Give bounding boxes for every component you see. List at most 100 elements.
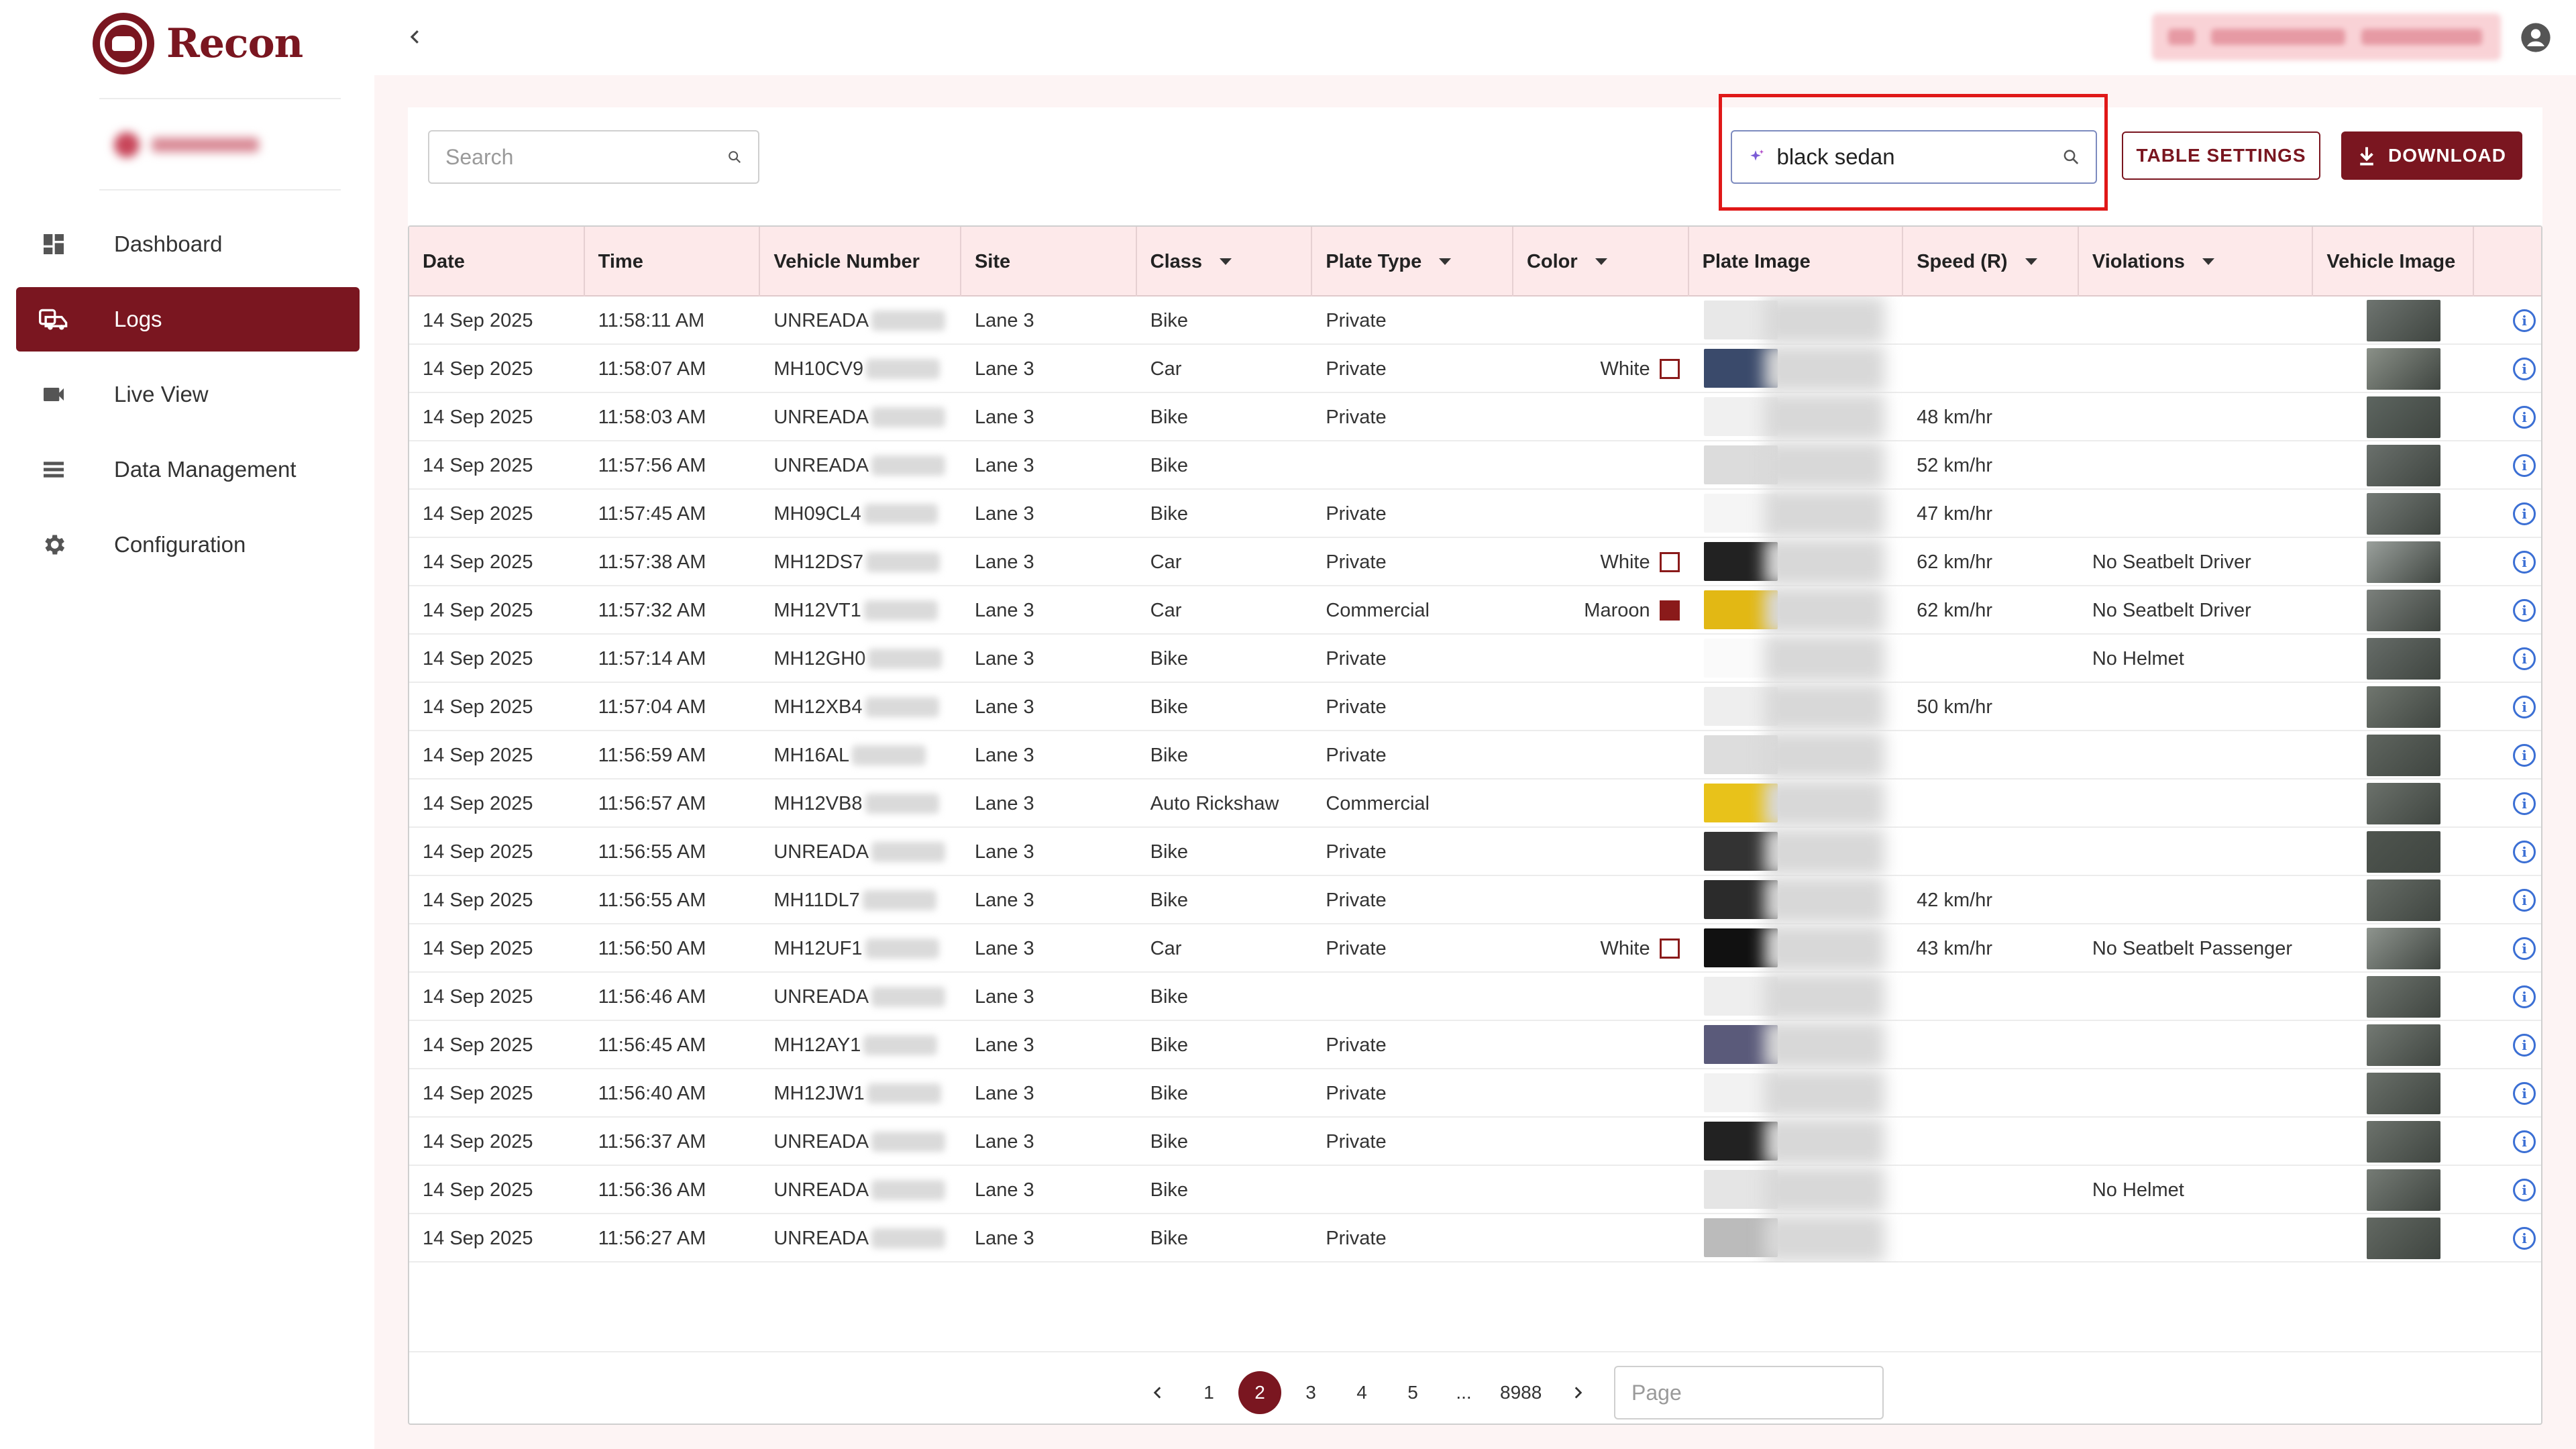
info-icon[interactable]: i	[2513, 841, 2536, 863]
cell-plate-image[interactable]	[1689, 1118, 1904, 1166]
search-input[interactable]	[445, 144, 727, 170]
cell-vehicle-image[interactable]	[2313, 345, 2474, 393]
vehicle-image[interactable]	[2367, 686, 2441, 728]
cell-vehicle-image[interactable]	[2313, 635, 2474, 683]
table-row[interactable]: 14 Sep 2025 11:56:59 AM MH16AL Lane 3 Bike Pr…	[409, 731, 2541, 780]
sidebar-item-configuration[interactable]: Configuration	[16, 513, 360, 577]
vehicle-image[interactable]	[2367, 1218, 2441, 1259]
column-header-violations[interactable]: Violations	[2079, 227, 2314, 297]
table-row[interactable]: 14 Sep 2025 11:58:07 AM MH10CV9 Lane 3 Car Pr…	[409, 345, 2541, 393]
collapse-sidebar-button[interactable]	[398, 20, 432, 54]
info-icon[interactable]: i	[2513, 889, 2536, 912]
info-icon[interactable]: i	[2513, 1130, 2536, 1153]
cell-plate-image[interactable]	[1689, 538, 1904, 586]
table-row[interactable]: 14 Sep 2025 11:56:40 AM MH12JW1 Lane 3 Bike P…	[409, 1069, 2541, 1118]
table-row[interactable]: 14 Sep 2025 11:56:37 AM UNREADA Lane 3 Bike P…	[409, 1118, 2541, 1166]
vehicle-image[interactable]	[2367, 541, 2441, 583]
search-field[interactable]	[428, 130, 759, 184]
info-icon[interactable]: i	[2513, 744, 2536, 767]
next-page-button[interactable]	[1556, 1371, 1599, 1414]
page-button-1[interactable]: 1	[1187, 1371, 1230, 1414]
cell-plate-image[interactable]	[1689, 876, 1904, 924]
cell-plate-image[interactable]	[1689, 924, 1904, 973]
info-icon[interactable]: i	[2513, 1227, 2536, 1250]
column-header-plate-image[interactable]: Plate Image	[1689, 227, 1904, 297]
table-row[interactable]: 14 Sep 2025 11:58:11 AM UNREADA Lane 3 Bike P…	[409, 297, 2541, 345]
column-header-class[interactable]: Class	[1137, 227, 1313, 297]
column-header-color[interactable]: Color	[1513, 227, 1689, 297]
sort-caret-icon[interactable]	[2025, 258, 2037, 265]
sidebar-item-dashboard[interactable]: Dashboard	[16, 212, 360, 276]
sidebar-item-data-management[interactable]: Data Management	[16, 437, 360, 502]
info-icon[interactable]: i	[2513, 599, 2536, 622]
column-header-date[interactable]: Date	[409, 227, 585, 297]
cell-plate-image[interactable]	[1689, 345, 1904, 393]
vehicle-image[interactable]	[2367, 396, 2441, 438]
info-icon[interactable]: i	[2513, 406, 2536, 429]
cell-plate-image[interactable]	[1689, 297, 1904, 345]
vehicle-image[interactable]	[2367, 976, 2441, 1018]
info-icon[interactable]: i	[2513, 696, 2536, 718]
table-row[interactable]: 14 Sep 2025 11:56:36 AM UNREADA Lane 3 Bike N…	[409, 1166, 2541, 1214]
page-button-3[interactable]: 3	[1289, 1371, 1332, 1414]
info-icon[interactable]: i	[2513, 309, 2536, 332]
cell-vehicle-image[interactable]	[2313, 973, 2474, 1021]
cell-vehicle-image[interactable]	[2313, 393, 2474, 441]
page-jump-input[interactable]	[1631, 1380, 1913, 1405]
table-row[interactable]: 14 Sep 2025 11:56:45 AM MH12AY1 Lane 3 Bike P…	[409, 1021, 2541, 1069]
vehicle-image[interactable]	[2367, 783, 2441, 824]
sort-caret-icon[interactable]	[2202, 258, 2214, 265]
sort-caret-icon[interactable]	[1595, 258, 1607, 265]
vehicle-image[interactable]	[2367, 928, 2441, 969]
cell-vehicle-image[interactable]	[2313, 586, 2474, 635]
cell-vehicle-image[interactable]	[2313, 1214, 2474, 1263]
account-icon[interactable]	[2518, 20, 2553, 55]
cell-plate-image[interactable]	[1689, 731, 1904, 780]
vehicle-image[interactable]	[2367, 1024, 2441, 1066]
cell-vehicle-image[interactable]	[2313, 538, 2474, 586]
info-icon[interactable]: i	[2513, 1179, 2536, 1201]
table-row[interactable]: 14 Sep 2025 11:57:32 AM MH12VT1 Lane 3 Car Co…	[409, 586, 2541, 635]
info-icon[interactable]: i	[2513, 1034, 2536, 1057]
table-row[interactable]: 14 Sep 2025 11:56:55 AM MH11DL7 Lane 3 Bike P…	[409, 876, 2541, 924]
cell-vehicle-image[interactable]	[2313, 1118, 2474, 1166]
info-icon[interactable]: i	[2513, 985, 2536, 1008]
cell-vehicle-image[interactable]	[2313, 924, 2474, 973]
vehicle-image[interactable]	[2367, 735, 2441, 776]
cell-vehicle-image[interactable]	[2313, 1021, 2474, 1069]
sidebar-item-logs[interactable]: Logs	[16, 287, 360, 352]
column-header-vehicle-number[interactable]: Vehicle Number	[760, 227, 961, 297]
cell-vehicle-image[interactable]	[2313, 780, 2474, 828]
cell-vehicle-image[interactable]	[2313, 297, 2474, 345]
info-icon[interactable]: i	[2513, 1082, 2536, 1105]
table-row[interactable]: 14 Sep 2025 11:58:03 AM UNREADA Lane 3 Bike P…	[409, 393, 2541, 441]
cell-plate-image[interactable]	[1689, 973, 1904, 1021]
info-icon[interactable]: i	[2513, 358, 2536, 380]
page-button-4[interactable]: 4	[1340, 1371, 1383, 1414]
ai-search-input[interactable]	[1776, 144, 2062, 170]
cell-vehicle-image[interactable]	[2313, 490, 2474, 538]
page-button-2[interactable]: 2	[1238, 1371, 1281, 1414]
table-settings-button[interactable]: TABLE SETTINGS	[2122, 131, 2320, 180]
vehicle-image[interactable]	[2367, 1169, 2441, 1211]
info-icon[interactable]: i	[2513, 937, 2536, 960]
download-button[interactable]: DOWNLOAD	[2341, 131, 2522, 180]
vehicle-image[interactable]	[2367, 879, 2441, 921]
cell-plate-image[interactable]	[1689, 635, 1904, 683]
cell-plate-image[interactable]	[1689, 1166, 1904, 1214]
cell-plate-image[interactable]	[1689, 1069, 1904, 1118]
info-icon[interactable]: i	[2513, 647, 2536, 670]
cell-plate-image[interactable]	[1689, 1214, 1904, 1263]
table-row[interactable]: 14 Sep 2025 11:56:55 AM UNREADA Lane 3 Bike P…	[409, 828, 2541, 876]
prev-page-button[interactable]	[1136, 1371, 1179, 1414]
info-icon[interactable]: i	[2513, 792, 2536, 815]
table-row[interactable]: 14 Sep 2025 11:57:38 AM MH12DS7 Lane 3 Car Pr…	[409, 538, 2541, 586]
column-header-speed[interactable]: Speed (R)	[1903, 227, 2079, 297]
table-row[interactable]: 14 Sep 2025 11:56:57 AM MH12VB8 Lane 3 Auto …	[409, 780, 2541, 828]
vehicle-image[interactable]	[2367, 590, 2441, 631]
cell-vehicle-image[interactable]	[2313, 683, 2474, 731]
cell-vehicle-image[interactable]	[2313, 441, 2474, 490]
table-row[interactable]: 14 Sep 2025 11:57:56 AM UNREADA Lane 3 Bike 5…	[409, 441, 2541, 490]
vehicle-image[interactable]	[2367, 638, 2441, 680]
vehicle-image[interactable]	[2367, 493, 2441, 535]
